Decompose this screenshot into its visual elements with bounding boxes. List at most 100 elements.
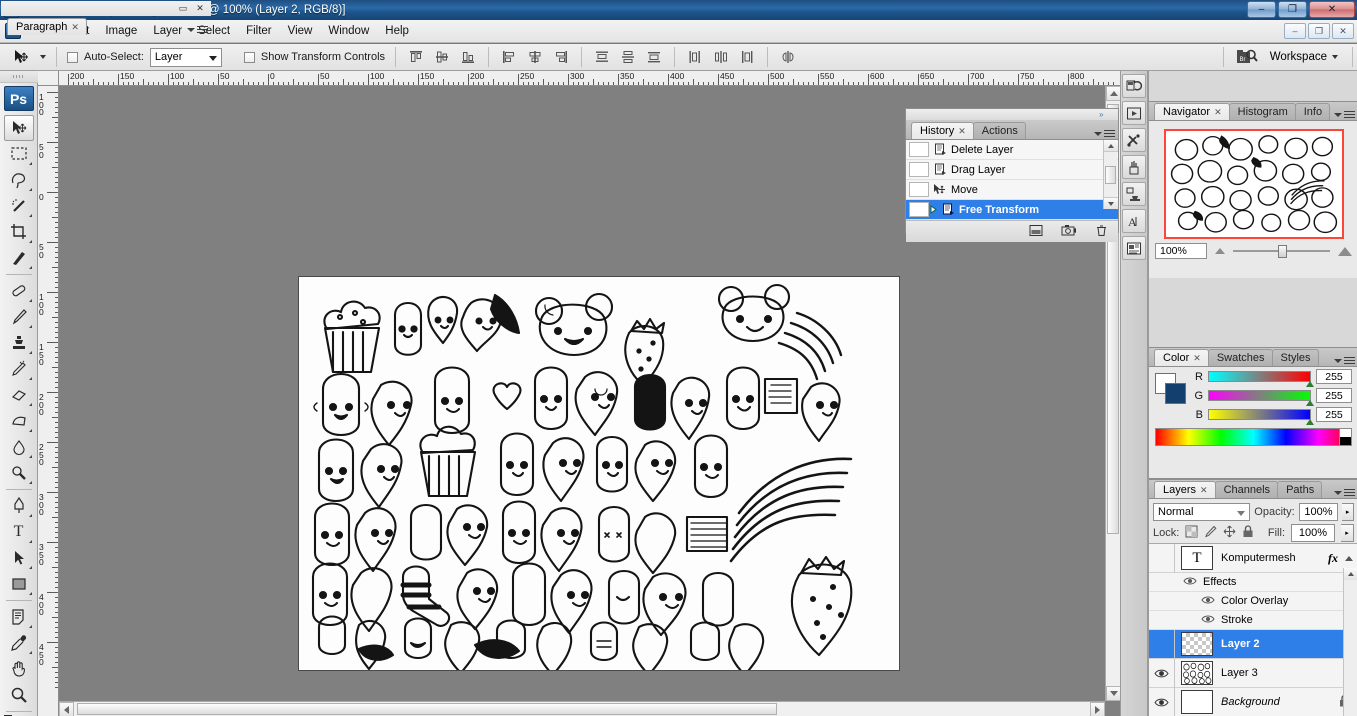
layers-panel-menu-button[interactable] [1334, 489, 1355, 496]
tab-paragraph[interactable]: Paragraph ✕ [7, 18, 87, 35]
history-snapshot-checkbox[interactable] [909, 202, 929, 217]
layer-visibility-toggle[interactable] [1149, 629, 1175, 659]
history-panel-menu-button[interactable] [1094, 130, 1115, 137]
close-icon[interactable]: ✕ [1214, 107, 1222, 118]
hand-tool[interactable] [4, 656, 34, 682]
effects-visibility-icon[interactable] [1183, 576, 1197, 589]
zoom-in-icon[interactable] [1338, 246, 1352, 256]
fill-stepper[interactable]: ▸ [1341, 523, 1354, 542]
tab-swatches[interactable]: Swatches [1207, 349, 1273, 366]
close-icon[interactable]: ✕ [194, 3, 206, 14]
rectangular-marquee-tool[interactable] [4, 141, 34, 167]
fill-input[interactable]: 100% [1291, 523, 1335, 542]
green-slider[interactable] [1208, 390, 1314, 406]
tab-channels[interactable]: Channels [1214, 481, 1279, 498]
notes-tool[interactable] [4, 604, 34, 630]
lasso-tool[interactable] [4, 167, 34, 193]
color-panel-background-swatch[interactable] [1165, 383, 1186, 404]
new-document-from-state-icon[interactable] [1029, 224, 1043, 240]
layer-thumbnail-artwork[interactable] [1181, 661, 1213, 685]
layer-thumbnail-solid[interactable] [1181, 690, 1213, 714]
layer-effect-stroke[interactable]: Stroke [1149, 611, 1357, 630]
layer-name[interactable]: Layer 2 [1221, 638, 1357, 650]
history-scroll-up[interactable] [1104, 140, 1118, 152]
paragraph-panel-menu-button[interactable] [187, 26, 208, 33]
color-panel-menu-button[interactable] [1334, 357, 1355, 364]
opacity-stepper[interactable]: ▸ [1342, 502, 1354, 521]
move-tool[interactable] [3, 115, 34, 141]
canvas-horizontal-scrollbar[interactable] [59, 701, 1105, 716]
eraser-tool[interactable] [4, 382, 34, 408]
menu-item-filter[interactable]: Filter [238, 22, 280, 40]
lock-transparent-pixels-icon[interactable] [1185, 525, 1198, 541]
layer-effect-color-overlay[interactable]: Color Overlay [1149, 592, 1357, 611]
layer-row-layer-3[interactable]: Layer 3 [1149, 658, 1357, 688]
channel-value-b[interactable]: 255 [1316, 407, 1352, 422]
layer-effects-indicator-icon[interactable]: fx [1328, 551, 1338, 566]
lock-position-icon[interactable] [1223, 525, 1236, 541]
eyedropper-tool[interactable] [4, 630, 34, 656]
history-item-drag-layer[interactable]: Drag Layer [906, 160, 1118, 180]
distribute-left-edges-button[interactable] [685, 47, 705, 67]
color-spectrum-ramp[interactable] [1155, 428, 1352, 446]
path-selection-tool[interactable] [4, 545, 34, 571]
new-snapshot-icon[interactable] [1061, 224, 1077, 240]
type-tool[interactable]: T [4, 519, 34, 545]
color-overlay-visibility-icon[interactable] [1201, 595, 1215, 608]
clone-stamp-tool[interactable] [4, 330, 34, 356]
lock-all-icon[interactable] [1242, 524, 1254, 541]
history-dock-icon[interactable] [1122, 74, 1146, 98]
align-bottom-edges-button[interactable] [458, 47, 478, 67]
tab-info[interactable]: Info [1294, 103, 1331, 120]
palette-grip[interactable] [0, 71, 38, 83]
delete-state-icon[interactable] [1095, 224, 1108, 240]
tab-histogram[interactable]: Histogram [1228, 103, 1296, 120]
gradient-tool[interactable] [4, 408, 34, 434]
history-item-move[interactable]: Move [906, 180, 1118, 200]
tool-presets-dock-icon[interactable] [1122, 128, 1146, 152]
channel-value-r[interactable]: 255 [1316, 369, 1352, 384]
layers-panel[interactable]: Layers ✕ Channels Paths Normal Opacity: … [1149, 479, 1357, 716]
dodge-tool[interactable] [4, 460, 34, 486]
slice-tool[interactable] [4, 245, 34, 271]
character-dock-icon[interactable]: A [1122, 209, 1146, 233]
minimize-icon[interactable]: ▭ [177, 3, 189, 14]
blend-mode-select[interactable]: Normal [1153, 502, 1251, 521]
move-tool-options-icon[interactable] [8, 47, 34, 67]
layer-thumbnail-type[interactable]: T [1181, 546, 1213, 570]
close-icon[interactable]: ✕ [1200, 485, 1208, 496]
history-item-free-transform[interactable]: Free Transform [906, 200, 1118, 220]
layer-visibility-toggle[interactable] [1149, 687, 1175, 716]
navigator-panel[interactable]: Navigator ✕ Histogram Info 100% [1149, 101, 1357, 278]
actions-dock-icon[interactable] [1122, 101, 1146, 125]
pen-tool[interactable] [4, 493, 34, 519]
show-transform-controls-checkbox[interactable] [243, 51, 255, 63]
history-snapshot-checkbox[interactable] [909, 142, 929, 157]
rectangle-shape-tool[interactable] [4, 571, 34, 597]
menu-item-help[interactable]: Help [377, 22, 417, 40]
expand-effects-chevron-icon[interactable] [1344, 555, 1354, 561]
history-item-delete-layer[interactable]: Delete Layer [906, 140, 1118, 160]
magic-wand-tool[interactable] [4, 193, 34, 219]
layer-name[interactable]: Komputermesh [1221, 552, 1328, 564]
tab-navigator[interactable]: Navigator ✕ [1154, 103, 1230, 120]
blue-slider[interactable] [1208, 409, 1314, 425]
history-snapshot-checkbox[interactable] [909, 162, 929, 177]
scroll-left-arrow[interactable] [59, 702, 74, 716]
distribute-top-edges-button[interactable] [592, 47, 612, 67]
close-button[interactable]: ✕ [1309, 1, 1355, 18]
history-panel[interactable]: » History ✕ Actions Delete Layer Drag La… [905, 108, 1119, 242]
layer-thumbnail-transparent[interactable] [1181, 632, 1213, 656]
horizontal-ruler[interactable]: 200 150 100 50 0 50 100 150 200 250 300 350 400 450 50… [59, 71, 1120, 86]
brushes-dock-icon[interactable] [1122, 155, 1146, 179]
close-icon[interactable]: ✕ [1193, 353, 1201, 364]
align-vertical-centers-button[interactable] [432, 47, 452, 67]
tab-paths[interactable]: Paths [1277, 481, 1323, 498]
workspace-dropdown[interactable]: Workspace [1266, 51, 1342, 63]
history-scroll-down[interactable] [1104, 197, 1118, 209]
tab-actions[interactable]: Actions [972, 122, 1026, 139]
color-panel[interactable]: Color ✕ Swatches Styles R 255 G 255 B 25… [1149, 347, 1357, 479]
distribute-bottom-edges-button[interactable] [644, 47, 664, 67]
scroll-up-arrow[interactable] [1106, 86, 1121, 101]
history-brush-tool[interactable] [4, 356, 34, 382]
